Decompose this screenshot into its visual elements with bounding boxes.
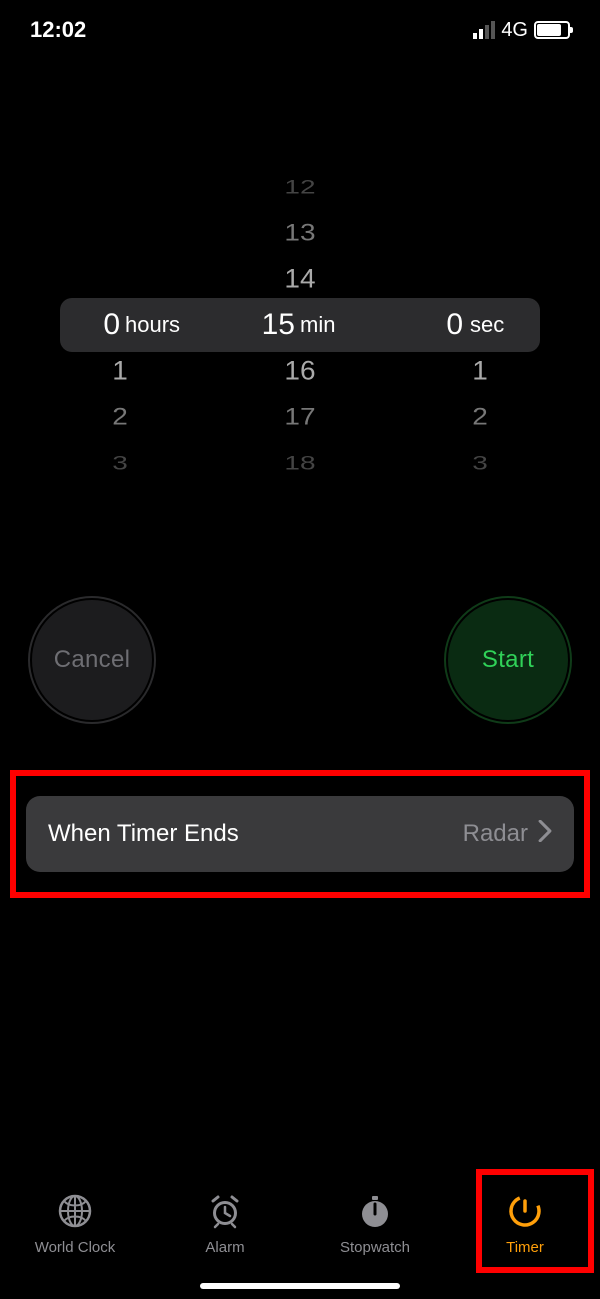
when-timer-ends-row[interactable]: When Timer Ends Radar xyxy=(26,796,574,872)
start-button-label: Start xyxy=(482,646,534,674)
tab-alarm[interactable]: Alarm xyxy=(165,1193,285,1256)
alarm-icon xyxy=(207,1193,243,1233)
time-picker[interactable]: 1 2 3 12 13 14 16 17 18 1 2 3 0 hours 15… xyxy=(0,180,600,470)
minutes-wheel[interactable]: 12 13 14 16 17 18 xyxy=(210,180,390,470)
start-button[interactable]: Start xyxy=(448,600,568,720)
status-bar: 12:02 4G xyxy=(0,0,600,60)
status-time: 12:02 xyxy=(30,17,86,43)
tab-stopwatch[interactable]: Stopwatch xyxy=(315,1193,435,1256)
chevron-right-icon xyxy=(538,820,552,849)
seconds-wheel[interactable]: 1 2 3 xyxy=(390,180,570,470)
tab-alarm-label: Alarm xyxy=(205,1239,244,1256)
network-label: 4G xyxy=(501,19,528,42)
tab-stopwatch-label: Stopwatch xyxy=(340,1239,410,1256)
highlight-timer-ends: When Timer Ends Radar xyxy=(10,770,590,898)
when-timer-ends-label: When Timer Ends xyxy=(48,820,239,848)
when-timer-ends-value: Radar xyxy=(463,820,528,848)
tab-world-clock-label: World Clock xyxy=(35,1239,116,1256)
hours-wheel[interactable]: 1 2 3 xyxy=(30,180,210,470)
stopwatch-icon xyxy=(357,1193,393,1233)
cancel-button-label: Cancel xyxy=(54,646,131,674)
battery-icon xyxy=(534,21,570,39)
home-indicator[interactable] xyxy=(200,1283,400,1289)
highlight-timer-tab xyxy=(476,1169,594,1273)
cancel-button[interactable]: Cancel xyxy=(32,600,152,720)
globe-icon xyxy=(57,1193,93,1233)
tab-world-clock[interactable]: World Clock xyxy=(15,1193,135,1256)
cell-signal-icon xyxy=(473,21,495,39)
